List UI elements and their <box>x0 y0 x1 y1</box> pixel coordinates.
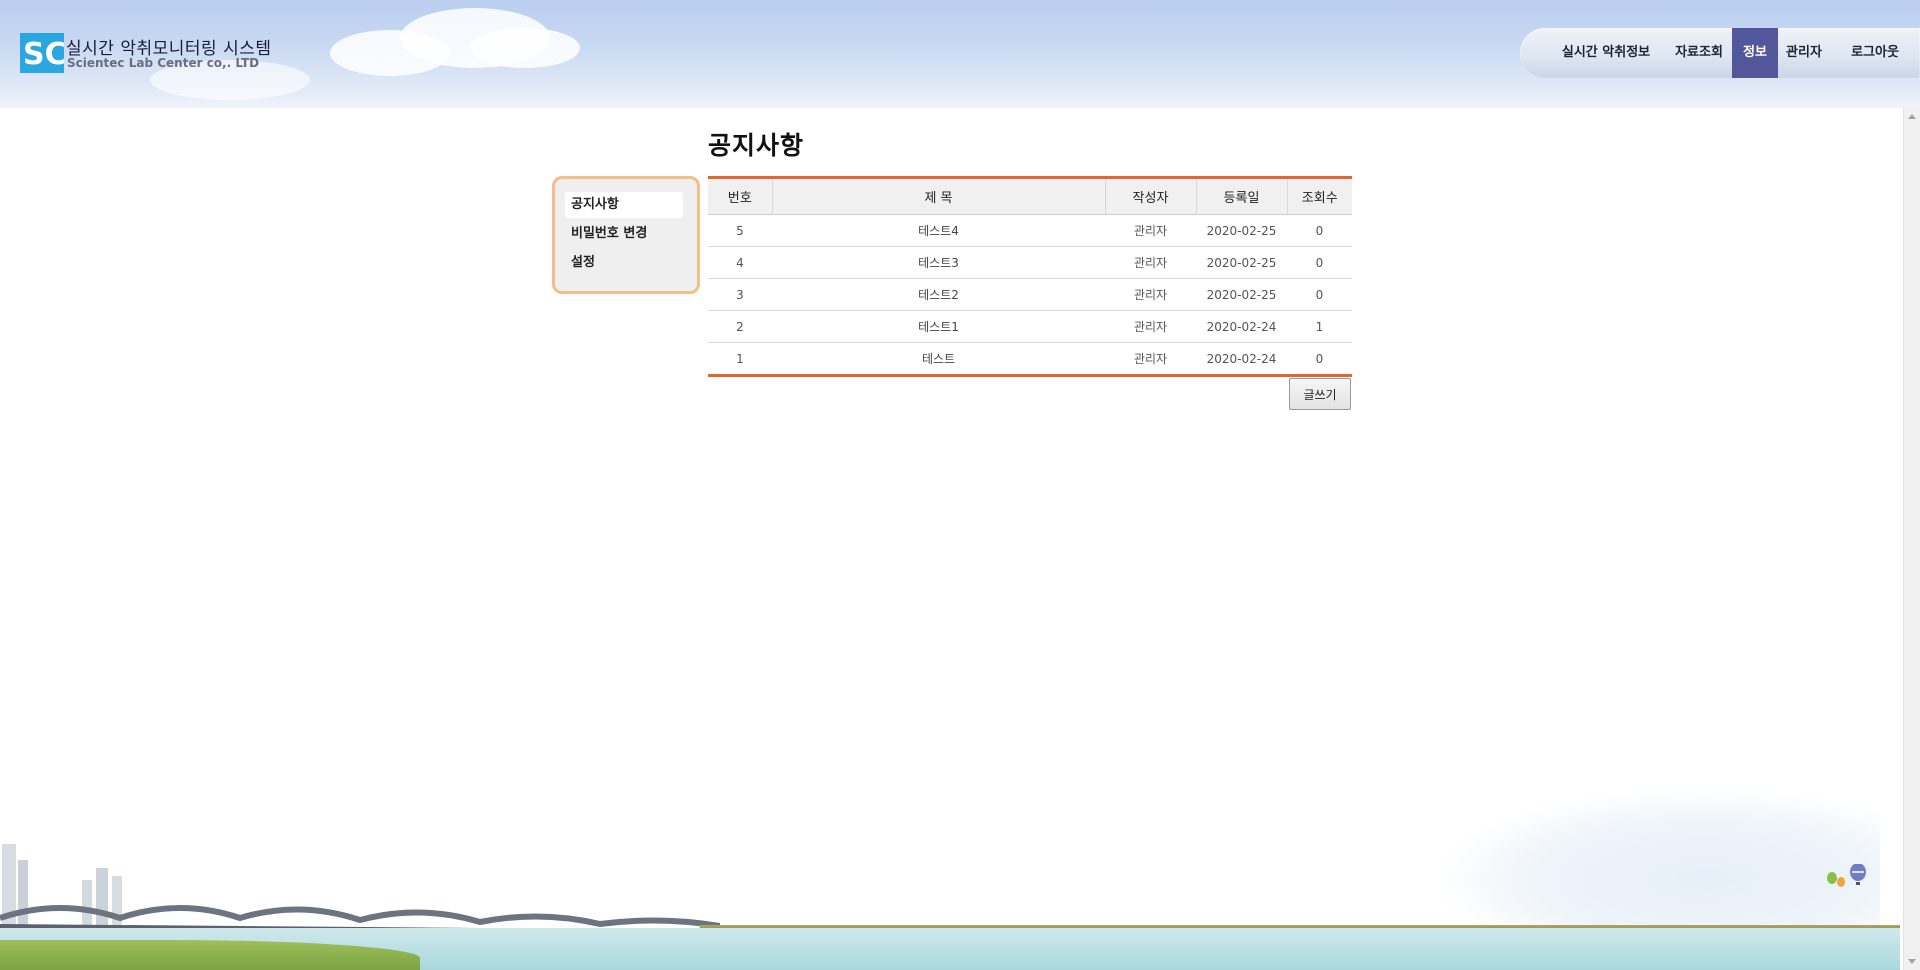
cell-date: 2020-02-24 <box>1196 310 1287 343</box>
notice-table: 번호 제 목 작성자 등록일 조회수 5 테스트4 관리자 2020-02-25… <box>708 176 1352 377</box>
column-header-number: 번호 <box>708 177 772 215</box>
table-row[interactable]: 1 테스트 관리자 2020-02-24 0 <box>708 343 1352 376</box>
cell-title-link[interactable]: 테스트2 <box>772 278 1105 311</box>
sidebar-item-notice[interactable]: 공지사항 <box>565 192 683 218</box>
column-header-views: 조회수 <box>1286 177 1352 215</box>
scroll-up-arrow-icon[interactable] <box>1908 114 1916 119</box>
nav-item-admin[interactable]: 관리자 <box>1778 28 1830 78</box>
write-post-button[interactable]: 글쓰기 <box>1289 378 1351 410</box>
cell-number: 5 <box>708 214 772 247</box>
cell-title-link[interactable]: 테스트 <box>772 343 1105 376</box>
table-row[interactable]: 4 테스트3 관리자 2020-02-25 0 <box>708 246 1352 279</box>
cell-title-link[interactable]: 테스트4 <box>772 214 1105 247</box>
cell-views: 0 <box>1315 351 1324 366</box>
column-header-title: 제 목 <box>771 177 1105 215</box>
table-header-row: 번호 제 목 작성자 등록일 조회수 <box>708 177 1352 215</box>
nav-item-data-search[interactable]: 자료조회 <box>1666 28 1732 78</box>
cell-number: 1 <box>736 351 744 366</box>
page: SC 실시간 악취모니터링 시스템 Scientec Lab Center co… <box>0 0 1920 970</box>
cell-title-link[interactable]: 테스트3 <box>772 246 1105 279</box>
header: SC 실시간 악취모니터링 시스템 Scientec Lab Center co… <box>0 0 1920 108</box>
company-name: Scientec Lab Center co,. LTD <box>67 56 260 70</box>
cell-author: 관리자 <box>1105 278 1196 311</box>
cell-title-link[interactable]: 테스트1 <box>772 310 1105 343</box>
cell-views: 1 <box>1287 310 1352 343</box>
scroll-down-arrow-icon[interactable] <box>1908 959 1916 964</box>
cell-author: 관리자 <box>1105 310 1196 343</box>
cell-author: 관리자 <box>1133 352 1168 366</box>
cell-number: 3 <box>708 278 772 311</box>
cell-number: 4 <box>708 246 772 279</box>
footer-scenery <box>0 780 1900 970</box>
cell-author: 관리자 <box>1105 246 1196 279</box>
cell-date: 2020-02-25 <box>1196 214 1287 247</box>
cell-views: 0 <box>1287 246 1352 279</box>
column-header-author: 작성자 <box>1104 177 1196 215</box>
sidebar-item-change-password[interactable]: 비밀번호 변경 <box>565 221 683 247</box>
page-title: 공지사항 <box>708 131 805 160</box>
nav-item-info[interactable]: 정보 <box>1732 28 1778 78</box>
cloud-decoration <box>1440 790 1880 940</box>
sidebar-item-settings[interactable]: 설정 <box>565 250 683 276</box>
top-nav: 실시간 악취정보 자료조회 정보 관리자 로그아웃 <box>1520 28 1920 78</box>
sidebar-menu: 공지사항 비밀번호 변경 설정 <box>552 176 700 294</box>
cell-author: 관리자 <box>1105 214 1196 247</box>
vertical-scrollbar[interactable] <box>1903 108 1920 970</box>
hot-air-balloons-icon <box>1827 864 1866 887</box>
cloud-decoration <box>470 28 580 68</box>
table-row[interactable]: 3 테스트2 관리자 2020-02-25 0 <box>708 278 1352 311</box>
cell-number: 2 <box>708 310 772 343</box>
cell-views: 0 <box>1287 214 1352 247</box>
table-row[interactable]: 2 테스트1 관리자 2020-02-24 1 <box>708 310 1352 343</box>
logo-icon: SC <box>20 33 64 73</box>
cell-date: 2020-02-24 <box>1206 351 1277 366</box>
column-header-date: 등록일 <box>1195 177 1287 215</box>
logo-letters: SC <box>23 37 64 72</box>
nav-item-logout[interactable]: 로그아웃 <box>1830 28 1920 78</box>
cell-date: 2020-02-25 <box>1196 246 1287 279</box>
cell-views: 0 <box>1287 278 1352 311</box>
table-row[interactable]: 5 테스트4 관리자 2020-02-25 0 <box>708 214 1352 247</box>
cell-date: 2020-02-25 <box>1196 278 1287 311</box>
nav-item-realtime-odor[interactable]: 실시간 악취정보 <box>1546 28 1666 78</box>
